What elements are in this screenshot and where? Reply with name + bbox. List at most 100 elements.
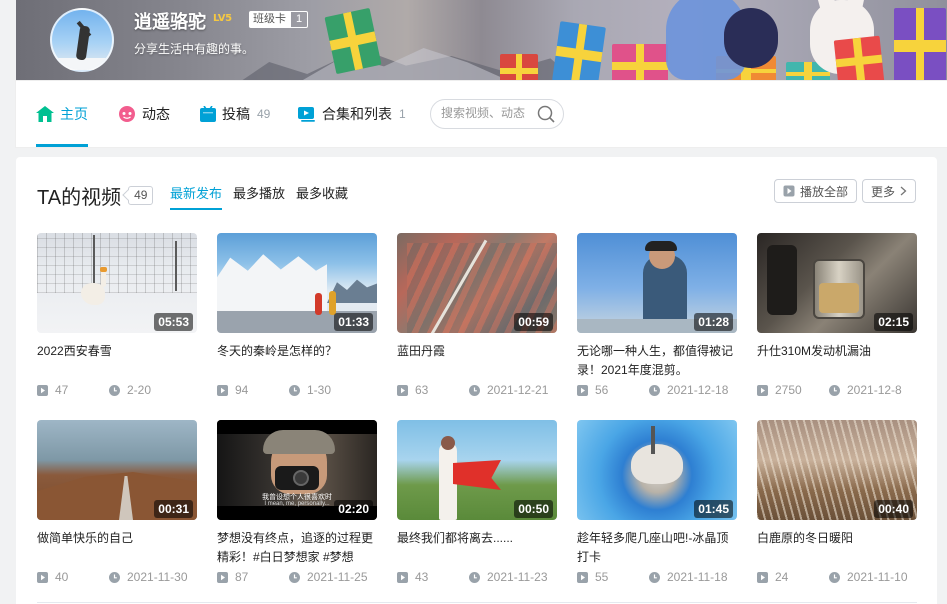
- play-count-icon: [217, 384, 228, 396]
- upload-date: 2021-12-21: [469, 383, 548, 397]
- clock-icon: [289, 571, 300, 583]
- tab-label: 合集和列表: [322, 106, 392, 122]
- clock-icon: [829, 384, 840, 396]
- search-icon[interactable]: [537, 105, 555, 128]
- video-thumbnail[interactable]: 01:45: [577, 420, 737, 520]
- play-count-icon: [37, 384, 48, 396]
- upload-date: 2021-11-23: [469, 570, 548, 584]
- clock-icon: [109, 384, 120, 396]
- video-meta: 94 1-30: [217, 383, 377, 397]
- video-card[interactable]: 01:33 冬天的秦岭是怎样的？ 94 1-30: [217, 233, 377, 397]
- dynamic-icon: [118, 106, 136, 122]
- play-count-icon: [757, 571, 768, 583]
- sort-latest[interactable]: 最新发布: [170, 183, 223, 210]
- video-duration: 01:45: [694, 500, 733, 518]
- video-card[interactable]: 00:40 白鹿原的冬日暖阳 24 2021-11-10: [757, 420, 917, 584]
- video-card[interactable]: 01:45 趁年轻多爬几座山吧!-冰晶顶打卡 55 2021-11-18: [577, 420, 737, 584]
- video-duration: 05:53: [154, 313, 193, 331]
- video-thumbnail[interactable]: 00:31: [37, 420, 197, 520]
- sort-most-favorited[interactable]: 最多收藏: [296, 183, 348, 208]
- videos-title: TA的视频: [37, 187, 122, 209]
- video-title[interactable]: 趁年轻多爬几座山吧!-冰晶顶打卡: [577, 529, 737, 567]
- class-card-badge[interactable]: 班级卡 1: [249, 11, 309, 28]
- video-title[interactable]: 无论哪一种人生，都值得被记录！2021年度混剪。: [577, 342, 737, 380]
- upload-date: 2021-11-25: [289, 570, 368, 584]
- banner-character: [724, 8, 778, 68]
- video-thumbnail[interactable]: 00:40: [757, 420, 917, 520]
- play-count: 47: [37, 383, 68, 397]
- tab-label: 动态: [142, 106, 170, 122]
- video-thumbnail[interactable]: 00:59: [397, 233, 557, 333]
- upload-date: 2021-11-18: [649, 570, 728, 584]
- play-count-icon: [397, 384, 408, 396]
- video-card[interactable]: 00:50 最终我们都将离去...... 43 2021-11-23: [397, 420, 557, 584]
- video-thumbnail[interactable]: 我曾设想个人很喜欢时 I mean, me, personally... 02:…: [217, 420, 377, 520]
- play-count: 56: [577, 383, 608, 397]
- chevron-right-icon: [900, 186, 907, 196]
- play-count: 94: [217, 383, 248, 397]
- video-thumbnail[interactable]: 01:28: [577, 233, 737, 333]
- video-card[interactable]: 01:28 无论哪一种人生，都值得被记录！2021年度混剪。 56 2021-1…: [577, 233, 737, 397]
- video-card[interactable]: 02:15 升仕310M发动机漏油 2750 2021-12-8: [757, 233, 917, 397]
- video-duration: 02:15: [874, 313, 913, 331]
- play-count-icon: [757, 384, 768, 396]
- video-card[interactable]: 00:59 蓝田丹霞 63 2021-12-21: [397, 233, 557, 397]
- tab-upload[interactable]: 投稿 49: [200, 81, 270, 147]
- upload-date: 2021-11-10: [829, 570, 908, 584]
- video-meta: 40 2021-11-30: [37, 570, 197, 584]
- tab-label: 主页: [60, 106, 88, 122]
- avatar[interactable]: [50, 8, 114, 72]
- banner-gift: [612, 44, 668, 81]
- video-thumbnail[interactable]: 00:50: [397, 420, 557, 520]
- banner-gift: [894, 8, 946, 81]
- video-title[interactable]: 蓝田丹霞: [397, 342, 557, 380]
- video-card[interactable]: 我曾设想个人很喜欢时 I mean, me, personally... 02:…: [217, 420, 377, 584]
- upload-date: 2-20: [109, 383, 151, 397]
- search-box[interactable]: [430, 99, 564, 129]
- upload-date: 1-30: [289, 383, 331, 397]
- tab-home[interactable]: 主页: [36, 81, 88, 147]
- play-count: 2750: [757, 383, 802, 397]
- play-count: 24: [757, 570, 788, 584]
- clock-icon: [829, 571, 840, 583]
- video-title[interactable]: 梦想没有终点，追逐的过程更精彩！#白日梦想家 #梦想: [217, 529, 377, 567]
- video-duration: 01:28: [694, 313, 733, 331]
- upload-icon: [200, 106, 216, 122]
- video-thumbnail[interactable]: 02:15: [757, 233, 917, 333]
- video-meta: 56 2021-12-18: [577, 383, 737, 397]
- video-meta: 47 2-20: [37, 383, 197, 397]
- profile-banner: 逍遥骆驼 LV5 班级卡 1 分享生活中有趣的事。: [16, 0, 947, 81]
- collection-icon: [298, 106, 316, 122]
- more-label: 更多: [871, 184, 896, 199]
- search-input[interactable]: [441, 106, 537, 120]
- video-title[interactable]: 做简单快乐的自己: [37, 529, 197, 567]
- video-title[interactable]: 最终我们都将离去......: [397, 529, 557, 567]
- video-thumbnail[interactable]: 01:33: [217, 233, 377, 333]
- tab-dynamic[interactable]: 动态: [118, 81, 170, 147]
- play-count-icon: [217, 571, 228, 583]
- play-all-button[interactable]: 播放全部: [774, 179, 858, 203]
- video-meta: 24 2021-11-10: [757, 570, 917, 584]
- tab-collections[interactable]: 合集和列表 1: [298, 81, 406, 147]
- video-thumbnail[interactable]: 05:53: [37, 233, 197, 333]
- video-title[interactable]: 白鹿原的冬日暖阳: [757, 529, 917, 567]
- video-meta: 87 2021-11-25: [217, 570, 377, 584]
- video-duration: 00:59: [514, 313, 553, 331]
- sort-most-played[interactable]: 最多播放: [233, 183, 285, 208]
- play-count-icon: [397, 571, 408, 583]
- video-card[interactable]: 05:53 2022西安春雪 47 2-20: [37, 233, 197, 397]
- video-meta: 2750 2021-12-8: [757, 383, 917, 397]
- clock-icon: [469, 571, 480, 583]
- video-card[interactable]: 00:31 做简单快乐的自己 40 2021-11-30: [37, 420, 197, 584]
- more-button[interactable]: 更多: [862, 179, 917, 203]
- class-card-count: 1: [290, 11, 309, 28]
- videos-count: 49: [128, 186, 154, 205]
- video-title[interactable]: 2022西安春雪: [37, 342, 197, 380]
- banner-gift: [552, 21, 606, 81]
- user-name[interactable]: 逍遥骆驼: [134, 8, 206, 34]
- video-title[interactable]: 冬天的秦岭是怎样的？: [217, 342, 377, 380]
- clock-icon: [649, 384, 660, 396]
- video-title[interactable]: 升仕310M发动机漏油: [757, 342, 917, 380]
- video-duration: 01:33: [334, 313, 373, 331]
- video-meta: 55 2021-11-18: [577, 570, 737, 584]
